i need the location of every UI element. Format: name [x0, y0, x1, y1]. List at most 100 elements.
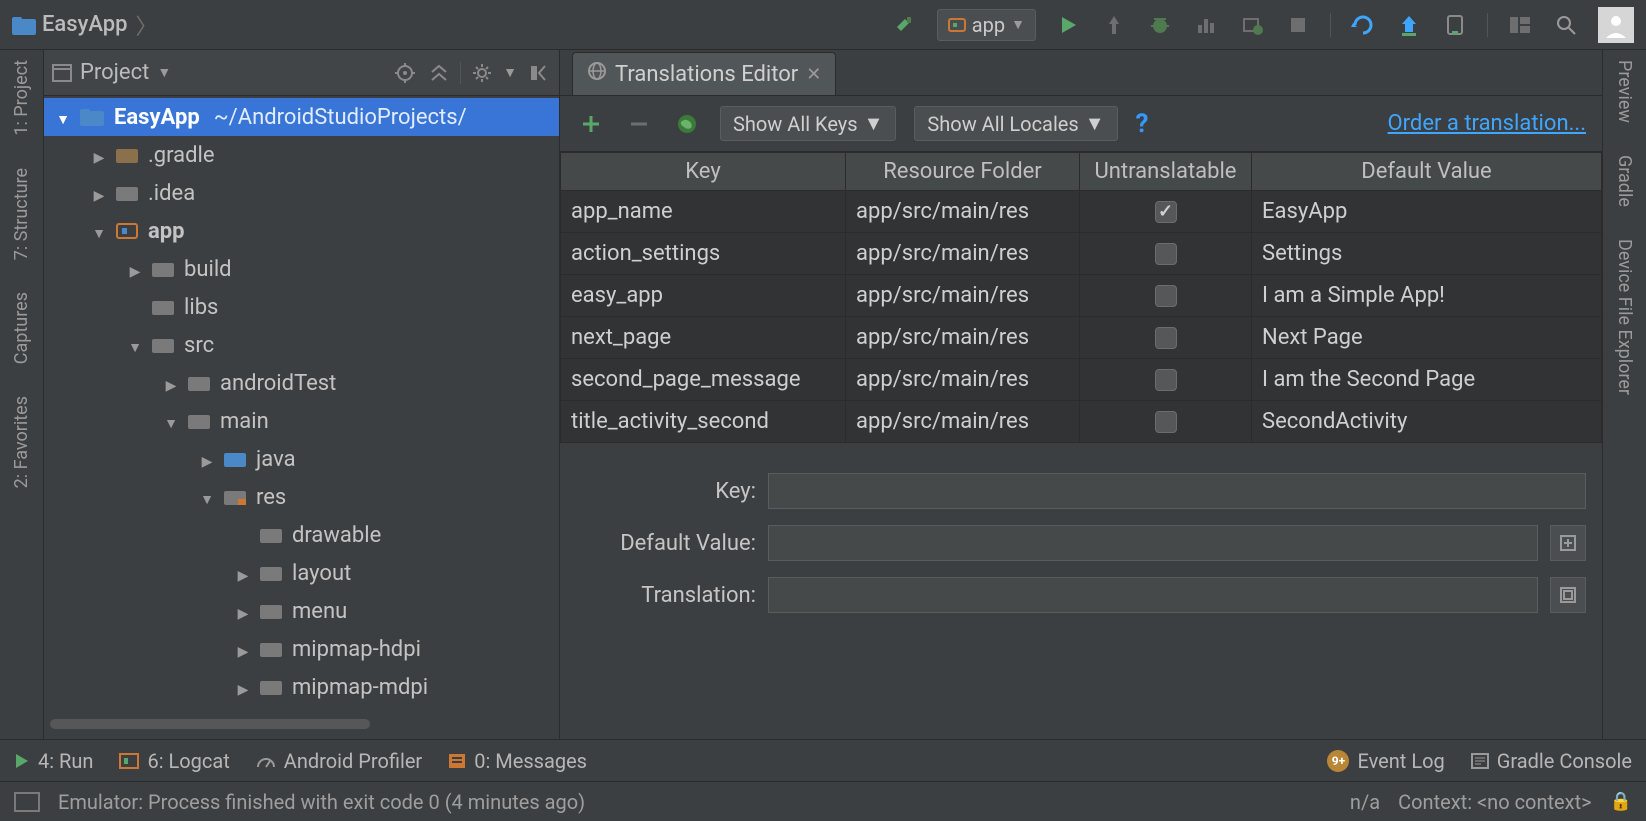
- bottom-tab-run[interactable]: 4: Run: [14, 749, 93, 773]
- tree-node[interactable]: main: [44, 402, 559, 440]
- table-row[interactable]: next_pageapp/src/main/resNext Page: [560, 317, 1602, 359]
- tree-node[interactable]: src: [44, 326, 559, 364]
- hide-panel-icon[interactable]: [525, 60, 551, 86]
- checkbox[interactable]: [1155, 327, 1177, 349]
- stop-icon[interactable]: [1284, 11, 1312, 39]
- bottom-tab-profiler[interactable]: Android Profiler: [256, 749, 422, 773]
- tree-node[interactable]: .gradle: [44, 136, 559, 174]
- cell-key[interactable]: action_settings: [560, 233, 846, 275]
- cell-default[interactable]: SecondActivity: [1252, 401, 1602, 443]
- tree-node[interactable]: menu: [44, 592, 559, 630]
- tree-node[interactable]: .idea: [44, 174, 559, 212]
- right-tab-device-file-explorer[interactable]: Device File Explorer: [1614, 233, 1635, 401]
- table-row[interactable]: app_nameapp/src/main/resEasyApp: [560, 191, 1602, 233]
- close-icon[interactable]: ✕: [806, 64, 821, 85]
- disclosure-icon[interactable]: [124, 257, 146, 282]
- show-all-keys-dropdown[interactable]: Show All Keys ▼: [720, 106, 896, 141]
- cell-folder[interactable]: app/src/main/res: [846, 191, 1080, 233]
- tree-node[interactable]: libs: [44, 288, 559, 326]
- apply-changes-icon[interactable]: [1100, 11, 1128, 39]
- cell-untranslatable[interactable]: [1080, 233, 1252, 275]
- browse-resource-icon[interactable]: [1550, 525, 1586, 561]
- table-row[interactable]: action_settingsapp/src/main/res Settings: [560, 233, 1602, 275]
- cell-untranslatable[interactable]: [1080, 191, 1252, 233]
- cell-untranslatable[interactable]: [1080, 317, 1252, 359]
- run-configuration-dropdown[interactable]: app ▼: [937, 9, 1036, 41]
- order-translation-link[interactable]: Order a translation...: [1388, 111, 1586, 136]
- tree-node[interactable]: mipmap-mdpi: [44, 668, 559, 706]
- tree-node[interactable]: mipmap-hdpi: [44, 630, 559, 668]
- browse-resource-icon[interactable]: [1550, 577, 1586, 613]
- remove-key-icon[interactable]: [624, 109, 654, 139]
- cell-default[interactable]: I am the Second Page: [1252, 359, 1602, 401]
- detail-translation-input[interactable]: [768, 577, 1538, 613]
- cell-untranslatable[interactable]: [1080, 359, 1252, 401]
- disclosure-icon[interactable]: [52, 105, 74, 130]
- cell-key[interactable]: next_page: [560, 317, 846, 359]
- cell-folder[interactable]: app/src/main/res: [846, 275, 1080, 317]
- horizontal-scrollbar[interactable]: [50, 715, 553, 733]
- disclosure-icon[interactable]: [232, 599, 254, 624]
- avd-manager-icon[interactable]: [1395, 11, 1423, 39]
- disclosure-icon[interactable]: [88, 143, 110, 168]
- collapse-all-icon[interactable]: [426, 60, 452, 86]
- help-icon[interactable]: ?: [1136, 109, 1149, 139]
- left-tab-captures[interactable]: Captures: [11, 286, 32, 370]
- checkbox[interactable]: [1155, 285, 1177, 307]
- cell-key[interactable]: app_name: [560, 191, 846, 233]
- cell-folder[interactable]: app/src/main/res: [846, 359, 1080, 401]
- left-tab-structure[interactable]: 7: Structure: [11, 162, 32, 266]
- build-hammer-icon[interactable]: [891, 11, 919, 39]
- table-row[interactable]: title_activity_secondapp/src/main/res Sec…: [560, 401, 1602, 443]
- col-key[interactable]: Key: [560, 152, 846, 191]
- add-key-icon[interactable]: [576, 109, 606, 139]
- cell-folder[interactable]: app/src/main/res: [846, 233, 1080, 275]
- run-play-icon[interactable]: [1054, 11, 1082, 39]
- right-tab-gradle[interactable]: Gradle: [1614, 149, 1635, 213]
- bottom-tab-messages[interactable]: 0: Messages: [448, 749, 587, 773]
- cell-untranslatable[interactable]: [1080, 401, 1252, 443]
- col-untranslatable[interactable]: Untranslatable: [1080, 152, 1252, 191]
- detail-default-input[interactable]: [768, 525, 1538, 561]
- tree-node[interactable]: drawable: [44, 516, 559, 554]
- attach-debugger-icon[interactable]: [1238, 11, 1266, 39]
- disclosure-icon[interactable]: [232, 675, 254, 700]
- tree-node[interactable]: build: [44, 250, 559, 288]
- cell-key[interactable]: second_page_message: [560, 359, 846, 401]
- disclosure-icon[interactable]: [232, 561, 254, 586]
- tree-node[interactable]: layout: [44, 554, 559, 592]
- status-rect-icon[interactable]: [14, 792, 40, 812]
- col-resource-folder[interactable]: Resource Folder: [846, 152, 1080, 191]
- checkbox[interactable]: [1155, 369, 1177, 391]
- cell-key[interactable]: title_activity_second: [560, 401, 846, 443]
- add-locale-globe-icon[interactable]: [672, 109, 702, 139]
- gear-icon[interactable]: [469, 60, 495, 86]
- locate-icon[interactable]: [392, 60, 418, 86]
- tab-translations-editor[interactable]: Translations Editor ✕: [572, 52, 836, 95]
- disclosure-icon[interactable]: [88, 219, 110, 244]
- checkbox[interactable]: [1155, 411, 1177, 433]
- table-row[interactable]: easy_appapp/src/main/resI am a Simple Ap…: [560, 275, 1602, 317]
- sync-gradle-icon[interactable]: [1349, 11, 1377, 39]
- tree-node[interactable]: androidTest: [44, 364, 559, 402]
- checkbox[interactable]: [1155, 201, 1177, 223]
- sdk-manager-icon[interactable]: [1441, 11, 1469, 39]
- debug-bug-icon[interactable]: [1146, 11, 1174, 39]
- checkbox[interactable]: [1155, 243, 1177, 265]
- disclosure-icon[interactable]: [196, 485, 218, 510]
- left-tab-favorites[interactable]: 2: Favorites: [11, 390, 32, 494]
- disclosure-icon[interactable]: [160, 371, 182, 396]
- disclosure-icon[interactable]: [196, 447, 218, 472]
- cell-default[interactable]: Settings: [1252, 233, 1602, 275]
- col-default-value[interactable]: Default Value: [1252, 152, 1602, 191]
- bottom-tab-gradle-console[interactable]: Gradle Console: [1471, 749, 1632, 773]
- disclosure-icon[interactable]: [160, 409, 182, 434]
- project-view-dropdown[interactable]: ▼: [157, 64, 171, 81]
- table-row[interactable]: second_page_messageapp/src/main/res I am …: [560, 359, 1602, 401]
- cell-folder[interactable]: app/src/main/res: [846, 401, 1080, 443]
- project-tree[interactable]: EasyApp ~/AndroidStudioProjects/ .gradle…: [44, 96, 559, 711]
- breadcrumb[interactable]: EasyApp 〉: [4, 9, 160, 41]
- cell-default[interactable]: Next Page: [1252, 317, 1602, 359]
- cell-key[interactable]: easy_app: [560, 275, 846, 317]
- status-context[interactable]: Context: <no context>: [1398, 790, 1591, 814]
